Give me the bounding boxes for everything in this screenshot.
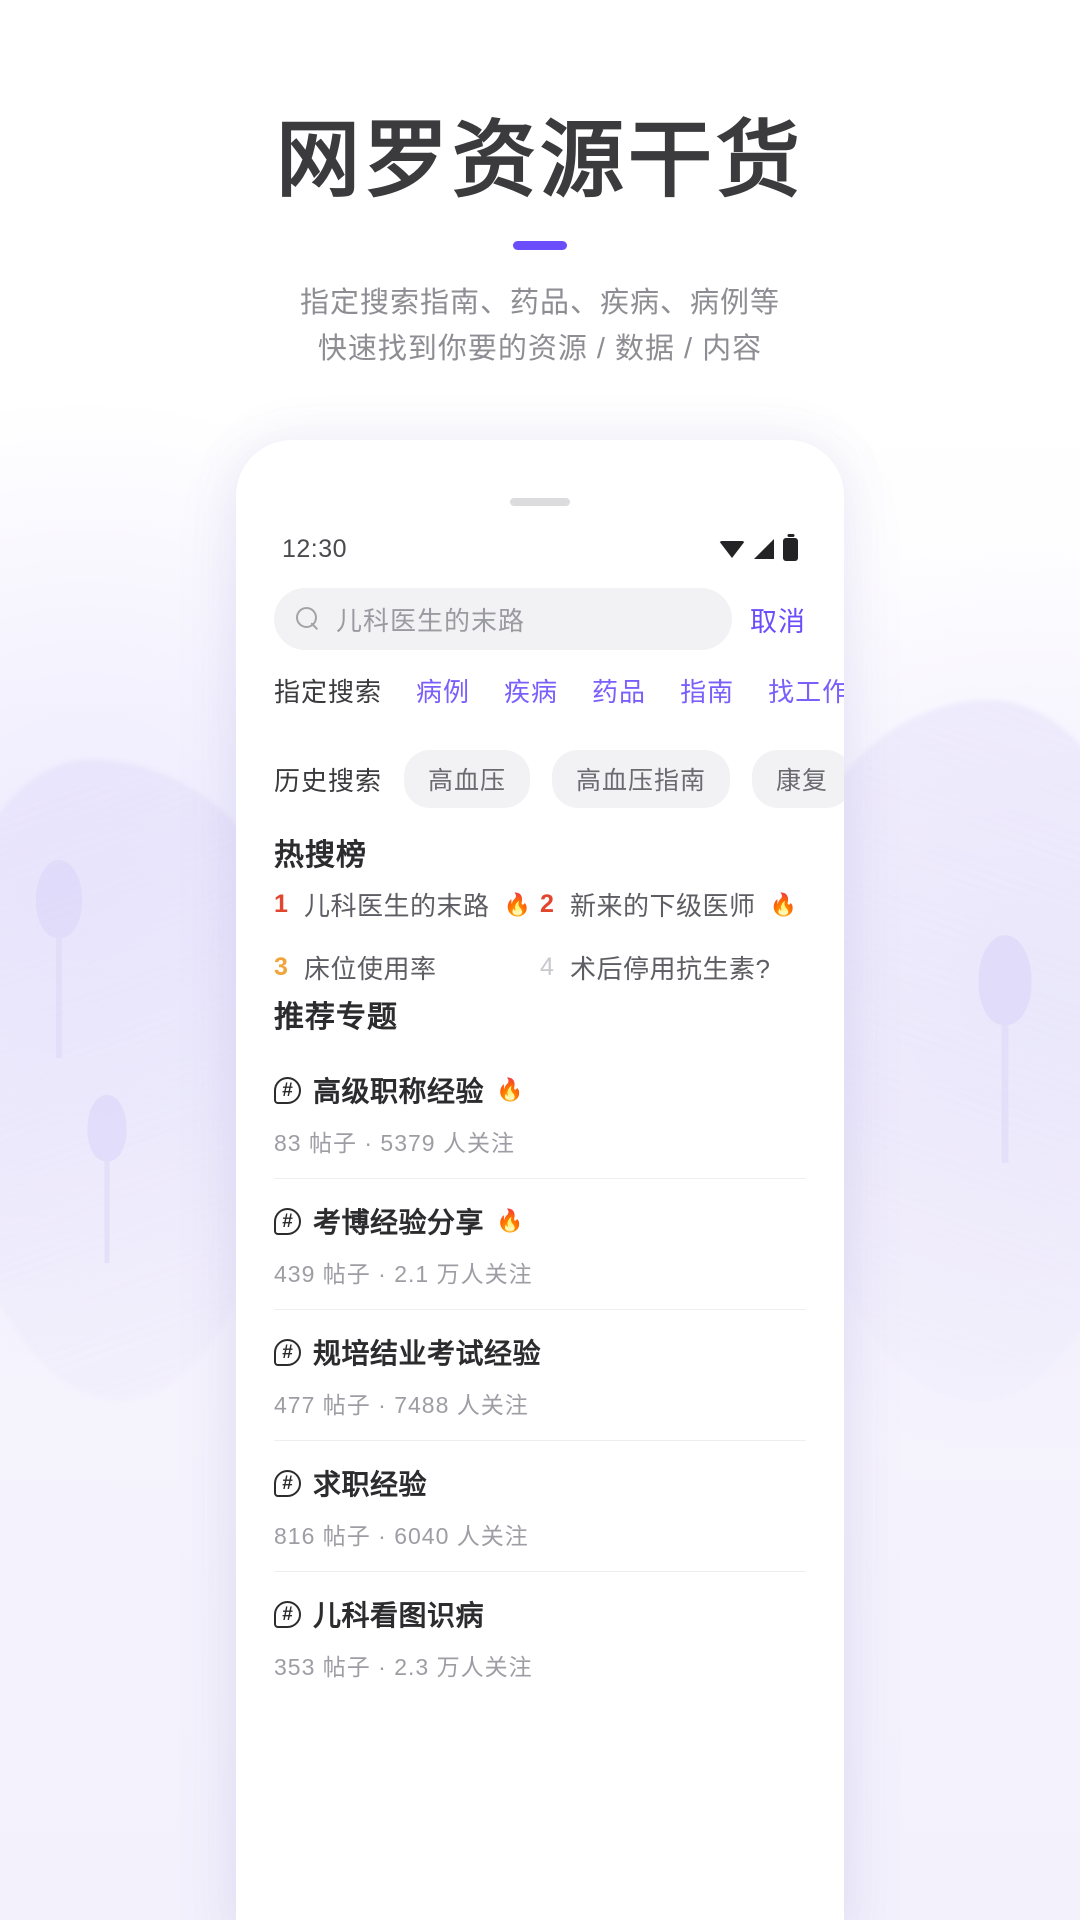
topics-title: 推荐专题	[274, 1001, 398, 1034]
list-item[interactable]: # 高级职称经验 🔥 83 帖子 · 5379 人关注	[274, 1048, 806, 1179]
specified-tag-zhaogongzuo[interactable]: 找工作	[768, 672, 844, 709]
hot-rank: 1	[274, 890, 288, 918]
hot-text: 新来的下级医师	[570, 891, 756, 921]
hot-text: 儿科医生的末路	[304, 891, 490, 921]
list-item[interactable]: # 规培结业考试经验 477 帖子 · 7488 人关注	[274, 1310, 806, 1441]
hot-search-list: 1 儿科医生的末路 🔥 2 新来的下级医师 🔥 3 床位使用率 4 术后停用抗生…	[274, 886, 806, 986]
topic-meta: 353 帖子 · 2.3 万人关注	[274, 1654, 533, 1680]
phone-mockup: 12:30 儿科医生的末路 取消 指定搜索 病例 疾病 药品 指南 找工作 历史…	[236, 440, 844, 1920]
hash-icon: #	[274, 1600, 301, 1628]
topic-head: # 规培结业考试经验	[274, 1332, 806, 1372]
topic-name: 考博经验分享	[313, 1207, 485, 1238]
history-search-row: 历史搜索 高血压 高血压指南 康复 张三	[236, 750, 844, 808]
battery-icon	[783, 537, 798, 561]
search-input-value: 儿科医生的末路	[336, 605, 526, 636]
list-item[interactable]: # 考博经验分享 🔥 439 帖子 · 2.1 万人关注	[274, 1179, 806, 1310]
promo-page: 网罗资源干货 指定搜索指南、药品、疾病、病例等 快速找到你要的资源 / 数据 /…	[0, 0, 1080, 1920]
specified-tag-yaopin[interactable]: 药品	[592, 672, 646, 709]
subtitle-line-2: 快速找到你要的资源 / 数据 / 内容	[317, 333, 763, 365]
history-search-label: 历史搜索	[274, 765, 383, 796]
topic-meta: 816 帖子 · 6040 人关注	[274, 1523, 529, 1549]
topic-name: 规培结业考试经验	[313, 1338, 542, 1369]
topic-head: # 考博经验分享 🔥	[274, 1201, 806, 1241]
flame-icon: 🔥	[496, 1208, 524, 1233]
page-headline: 网罗资源干货	[275, 111, 804, 209]
specified-tag-bingli[interactable]: 病例	[416, 672, 470, 709]
hot-rank: 3	[274, 953, 288, 981]
topic-meta: 439 帖子 · 2.1 万人关注	[274, 1261, 533, 1287]
signal-icon	[754, 539, 774, 559]
history-tag[interactable]: 高血压	[404, 750, 531, 808]
headline-divider	[513, 241, 567, 250]
wifi-icon	[719, 540, 745, 558]
topic-name: 儿科看图识病	[313, 1600, 485, 1631]
hot-rank: 4	[540, 953, 554, 981]
topic-meta: 83 帖子 · 5379 人关注	[274, 1130, 515, 1156]
status-time: 12:30	[282, 534, 348, 563]
hot-search-title: 热搜榜	[274, 839, 367, 872]
hot-search-item[interactable]: 2 新来的下级医师 🔥	[540, 886, 806, 923]
topic-head: # 高级职称经验 🔥	[274, 1070, 806, 1110]
specified-search-row: 指定搜索 病例 疾病 药品 指南 找工作	[236, 672, 844, 709]
flame-icon: 🔥	[503, 891, 531, 917]
list-item[interactable]: # 儿科看图识病 353 帖子 · 2.3 万人关注	[274, 1572, 806, 1702]
flame-icon: 🔥	[496, 1077, 524, 1102]
hash-icon: #	[274, 1469, 301, 1497]
phone-speaker	[510, 498, 570, 506]
decorative-tree-icon	[978, 935, 1032, 1163]
topic-meta: 477 帖子 · 7488 人关注	[274, 1392, 529, 1418]
search-bar-row: 儿科医生的末路 取消	[236, 588, 844, 650]
hash-icon: #	[274, 1207, 301, 1235]
decorative-tree-icon	[36, 860, 82, 1058]
decorative-tree-icon	[87, 1094, 127, 1264]
history-tag[interactable]: 康复	[752, 750, 844, 808]
history-tag[interactable]: 高血压指南	[552, 750, 731, 808]
flame-icon: 🔥	[769, 891, 797, 917]
specified-tag-zhinan[interactable]: 指南	[680, 672, 734, 709]
status-bar: 12:30	[236, 532, 844, 566]
hot-rank: 2	[540, 890, 554, 918]
hot-search-item[interactable]: 1 儿科医生的末路 🔥	[274, 886, 540, 923]
hot-search-item[interactable]: 4 术后停用抗生素?	[540, 949, 806, 986]
hot-text: 术后停用抗生素?	[570, 954, 771, 984]
topics-list: # 高级职称经验 🔥 83 帖子 · 5379 人关注 # 考博经验分享 🔥 4…	[274, 1048, 806, 1702]
topic-name: 求职经验	[313, 1469, 428, 1500]
topic-name: 高级职称经验	[313, 1076, 485, 1107]
status-icons	[719, 537, 798, 561]
topic-head: # 儿科看图识病	[274, 1594, 806, 1634]
specified-search-label: 指定搜索	[274, 677, 383, 707]
page-subtitle: 指定搜索指南、药品、疾病、病例等 快速找到你要的资源 / 数据 / 内容	[0, 280, 1080, 372]
bottom-fade-overlay	[236, 1820, 844, 1920]
search-input[interactable]: 儿科医生的末路	[274, 588, 732, 650]
topic-head: # 求职经验	[274, 1463, 806, 1503]
list-item[interactable]: # 求职经验 816 帖子 · 6040 人关注	[274, 1441, 806, 1572]
search-icon	[296, 607, 320, 631]
specified-tag-jibing[interactable]: 疾病	[504, 672, 558, 709]
hash-icon: #	[274, 1338, 301, 1366]
cancel-button[interactable]: 取消	[750, 600, 806, 639]
subtitle-line-1: 指定搜索指南、药品、疾病、病例等	[299, 287, 780, 319]
hash-icon: #	[274, 1076, 301, 1104]
hot-text: 床位使用率	[304, 954, 437, 984]
hot-search-item[interactable]: 3 床位使用率	[274, 949, 540, 986]
